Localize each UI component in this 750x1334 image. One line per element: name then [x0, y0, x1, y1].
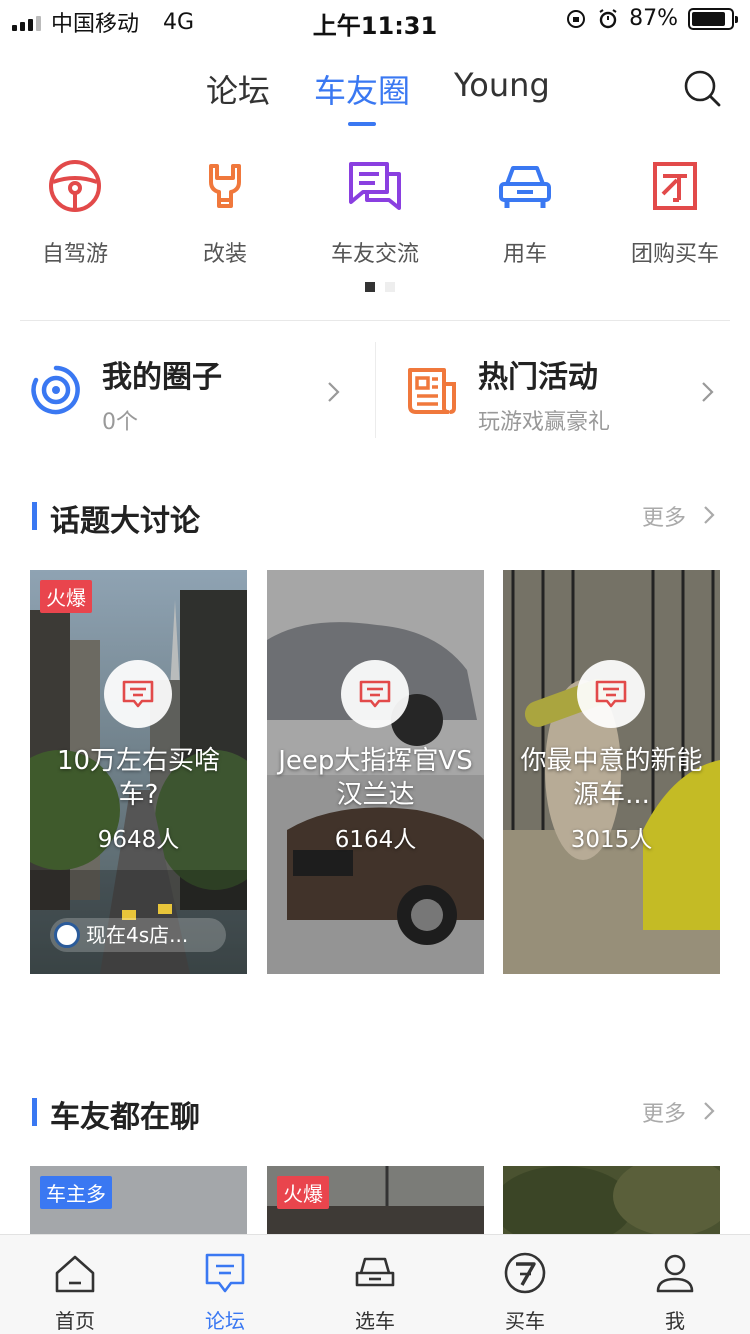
category-grid: 自驾游 改装 车友交流 用车 团购买车 — [0, 156, 750, 276]
category-label: 车友交流 — [330, 242, 419, 267]
tab-car-circle-label: 车友圈 — [314, 72, 411, 110]
tab-forum-label: 论坛 — [206, 72, 271, 110]
topic-title: Jeep大指挥官VS汉兰达 — [278, 746, 473, 810]
chevron-right-icon[interactable] — [702, 504, 716, 526]
comment-bubble-icon — [341, 660, 409, 728]
category-group-buy[interactable]: 团购买车 — [600, 156, 750, 268]
card-separator — [375, 342, 376, 438]
buy-car-icon — [504, 1252, 546, 1294]
chevron-right-icon — [702, 382, 714, 402]
page-dot-active — [365, 282, 375, 292]
topic-title: 你最中意的新能源车... — [520, 746, 703, 810]
newspaper-icon — [408, 368, 456, 414]
my-circle-title: 我的圈子 — [102, 360, 222, 395]
tab-buy-car-label: 买车 — [505, 1309, 545, 1333]
chat-card-image — [503, 1166, 720, 1236]
rotation-lock-icon — [567, 9, 586, 28]
bottom-tab-bar: 首页 论坛 选车 买车 我 — [0, 1234, 750, 1334]
tab-me[interactable]: 我 — [600, 1251, 750, 1334]
steering-wheel-icon — [49, 160, 101, 212]
category-label: 自驾游 — [41, 242, 108, 267]
my-circle-card[interactable]: 我的圈子 0个 — [0, 340, 375, 440]
category-label: 用车 — [502, 242, 547, 267]
topic-card[interactable]: Jeep大指挥官VS汉兰达 6164人 — [267, 570, 484, 974]
hot-events-card[interactable]: 热门活动 玩游戏赢豪礼 — [376, 340, 750, 440]
divider — [20, 320, 730, 321]
chevron-right-icon[interactable] — [702, 1100, 716, 1122]
page-dot — [385, 282, 395, 292]
alarm-icon — [599, 8, 617, 28]
topics-more-link[interactable]: 更多 — [642, 500, 686, 532]
topic-participants: 3015人 — [570, 827, 653, 853]
topics-section-title: 话题大讨论 — [50, 504, 200, 539]
category-label: 改装 — [202, 242, 247, 267]
topic-latest-post[interactable]: 现在4s店... — [50, 918, 226, 952]
category-self-drive[interactable]: 自驾游 — [0, 156, 150, 268]
status-bar: 中国移动 4G 上午11:31 87% — [0, 0, 750, 40]
tab-select-car[interactable]: 选车 — [300, 1251, 450, 1334]
hot-badge: 火爆 — [277, 1176, 329, 1209]
top-tabs: 论坛 车友圈 Young — [0, 60, 750, 126]
tab-car-circle[interactable]: 车友圈 — [314, 66, 411, 126]
chat-section-header: 车友都在聊 更多 — [32, 1092, 722, 1135]
topic-card[interactable]: 火爆 10万左右买啥车? 9648人 现在4s店... — [30, 570, 247, 974]
category-use-car[interactable]: 用车 — [450, 156, 600, 268]
tab-young[interactable]: Young — [454, 66, 550, 104]
chat-more-link[interactable]: 更多 — [642, 1096, 686, 1128]
avatar — [54, 922, 80, 948]
chevron-right-icon — [328, 382, 340, 402]
chat-card[interactable]: 火爆 — [267, 1166, 484, 1236]
page-indicator — [365, 282, 395, 292]
my-circle-count: 0个 — [102, 410, 138, 435]
category-label: 团购买车 — [630, 242, 719, 267]
topic-card[interactable]: 你最中意的新能源车... 3015人 — [503, 570, 720, 974]
search-icon[interactable] — [682, 68, 722, 108]
hot-events-title: 热门活动 — [478, 360, 598, 395]
hot-badge: 火爆 — [40, 580, 92, 613]
tab-buy-car[interactable]: 买车 — [450, 1251, 600, 1334]
tab-home-label: 首页 — [55, 1309, 95, 1333]
hot-events-subtitle: 玩游戏赢豪礼 — [478, 410, 611, 435]
profile-icon — [656, 1254, 694, 1293]
latest-post-text: 现在4s店... — [86, 923, 189, 947]
tab-select-car-label: 选车 — [355, 1309, 395, 1333]
tab-forum-bottom[interactable]: 论坛 — [150, 1251, 300, 1334]
category-modify[interactable]: 改装 — [150, 156, 300, 268]
comment-bubble-icon — [577, 660, 645, 728]
wrench-icon — [209, 164, 241, 208]
active-tab-indicator — [348, 122, 376, 126]
tab-home[interactable]: 首页 — [0, 1251, 150, 1334]
owners-badge: 车主多 — [40, 1176, 112, 1209]
tab-young-label: Young — [454, 66, 550, 104]
battery-percent: 87% — [629, 6, 678, 31]
topic-title: 10万左右买啥车? — [56, 746, 221, 810]
chat-section-title: 车友都在聊 — [50, 1100, 200, 1135]
group-buy-icon — [653, 162, 697, 210]
circle-target-icon — [31, 365, 80, 415]
car-icon — [499, 166, 551, 208]
home-icon — [55, 1255, 95, 1293]
forum-icon — [205, 1253, 245, 1293]
tab-me-label: 我 — [665, 1309, 685, 1333]
chat-icon — [349, 162, 401, 210]
chat-card[interactable] — [503, 1166, 720, 1236]
section-accent-bar — [32, 1098, 37, 1126]
section-accent-bar — [32, 502, 37, 530]
comment-bubble-icon — [104, 660, 172, 728]
battery-icon — [688, 7, 738, 30]
topic-participants: 6164人 — [334, 827, 417, 853]
topics-section-header: 话题大讨论 更多 — [32, 496, 722, 539]
category-exchange[interactable]: 车友交流 — [300, 156, 450, 268]
car-select-icon — [355, 1257, 395, 1287]
tab-forum-label: 论坛 — [205, 1309, 245, 1333]
topic-participants: 9648人 — [97, 827, 180, 853]
chat-card[interactable]: 车主多 — [30, 1166, 247, 1236]
tab-forum[interactable]: 论坛 — [206, 66, 270, 112]
